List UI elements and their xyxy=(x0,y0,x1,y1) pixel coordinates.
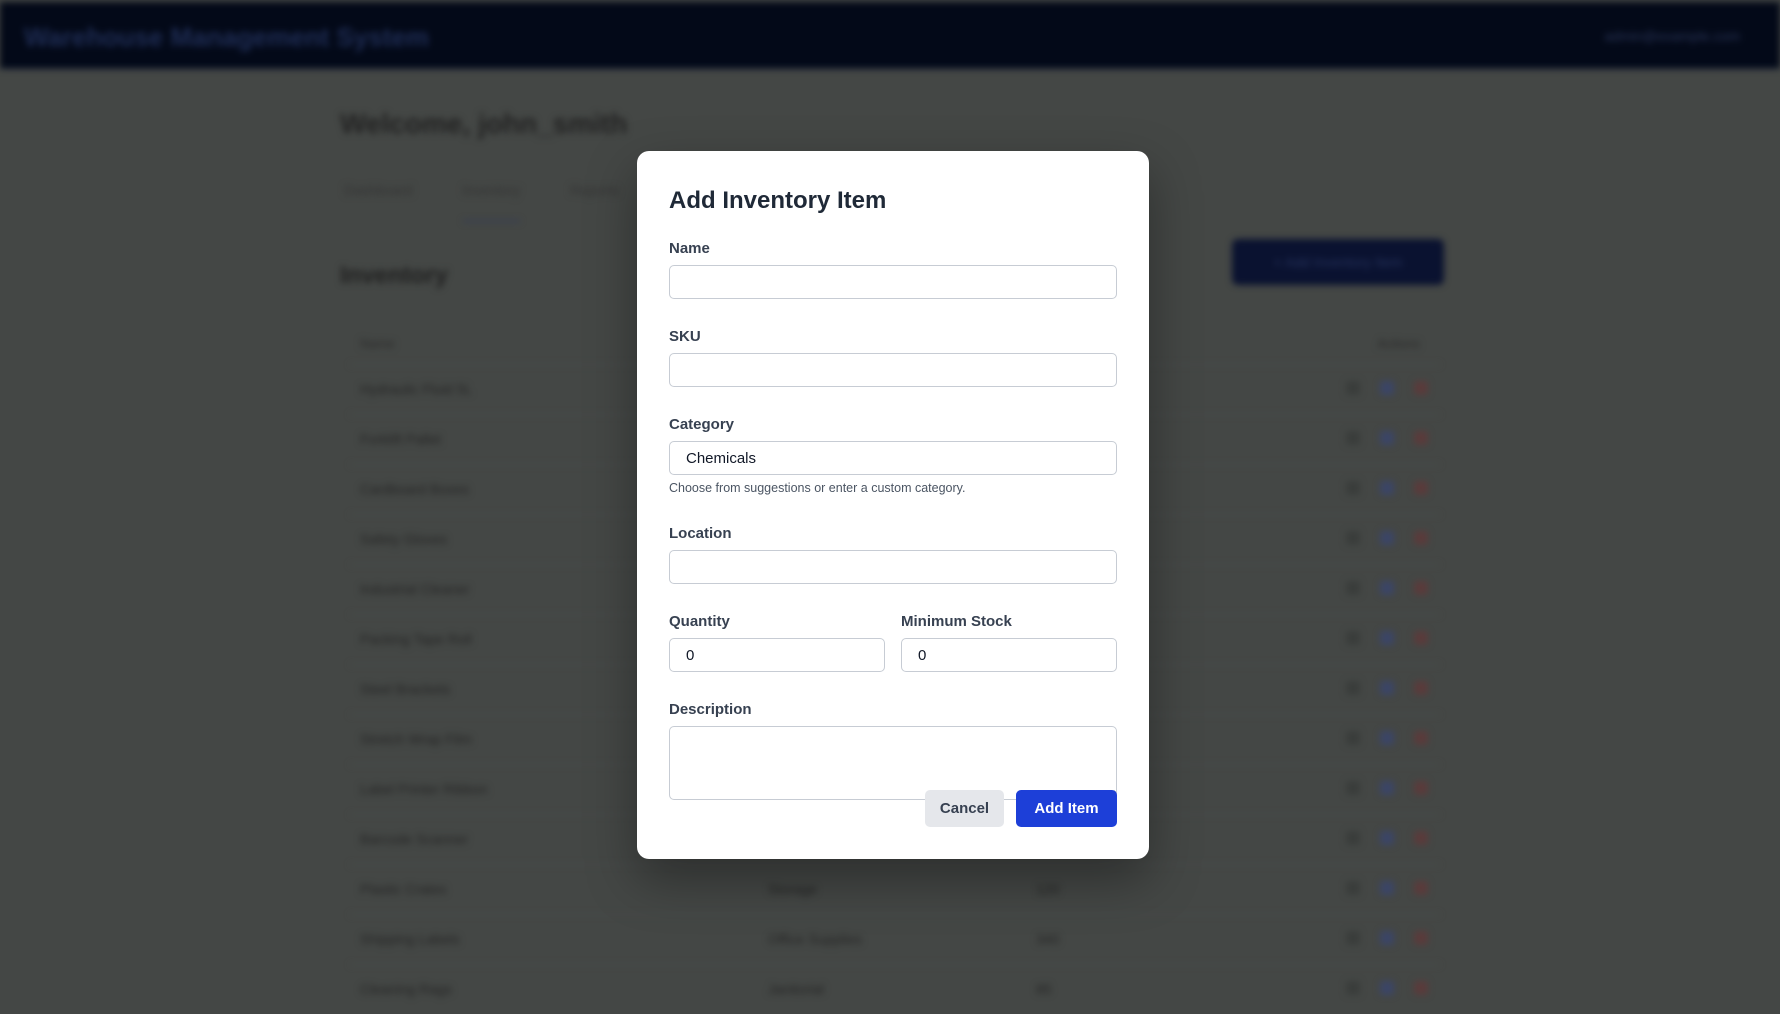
category-hint: Choose from suggestions or enter a custo… xyxy=(669,481,966,495)
category-label: Category xyxy=(669,416,735,433)
table-row: Plastic Crates Storage 120 xyxy=(350,864,1440,914)
tab-reports: Reports xyxy=(570,182,620,198)
delete-icon xyxy=(1414,931,1428,945)
delete-icon xyxy=(1414,881,1428,895)
delete-icon xyxy=(1414,531,1428,545)
row-quantity: 340 xyxy=(1036,931,1060,947)
edit-icon xyxy=(1380,681,1394,695)
min-stock-input[interactable] xyxy=(901,638,1117,672)
name-field-group: Name xyxy=(669,239,1117,299)
delete-icon xyxy=(1414,981,1428,995)
user-label: admin@example.com xyxy=(1604,28,1740,44)
edit-icon xyxy=(1380,481,1394,495)
view-icon xyxy=(1346,981,1360,995)
row-name: Forklift Pallet xyxy=(360,431,441,447)
row-category: Janitorial xyxy=(768,981,825,997)
edit-icon xyxy=(1380,431,1394,445)
delete-icon xyxy=(1414,731,1428,745)
row-category: Office Supplies xyxy=(768,931,862,947)
row-name: Packing Tape Roll xyxy=(360,631,472,647)
view-icon xyxy=(1346,531,1360,545)
name-label: Name xyxy=(669,240,710,257)
add-inventory-button: + Add Inventory Item xyxy=(1232,239,1444,285)
edit-icon xyxy=(1380,931,1394,945)
tab-inventory: Inventory xyxy=(462,182,521,222)
quantity-input[interactable] xyxy=(669,638,885,672)
location-field-group: Location xyxy=(669,524,1117,584)
delete-icon xyxy=(1414,481,1428,495)
row-category: Storage xyxy=(768,881,818,897)
view-icon xyxy=(1346,931,1360,945)
quantity-label: Quantity xyxy=(669,613,730,630)
edit-icon xyxy=(1380,381,1394,395)
row-name: Steel Brackets xyxy=(360,681,451,697)
description-label: Description xyxy=(669,701,752,718)
edit-icon xyxy=(1380,631,1394,645)
delete-icon xyxy=(1414,631,1428,645)
description-field-group: Description xyxy=(669,700,1117,800)
row-name: Plastic Crates xyxy=(360,881,447,897)
row-name: Stretch Wrap Film xyxy=(360,731,472,747)
delete-icon xyxy=(1414,681,1428,695)
row-quantity: 120 xyxy=(1036,881,1060,897)
row-name: Cardboard Boxes xyxy=(360,481,469,497)
quantity-field-group: Quantity xyxy=(669,612,885,672)
delete-icon xyxy=(1414,781,1428,795)
add-item-modal: Add Inventory Item Name SKU Category Cho… xyxy=(637,151,1149,859)
view-icon xyxy=(1346,481,1360,495)
view-icon xyxy=(1346,581,1360,595)
edit-icon xyxy=(1380,581,1394,595)
location-label: Location xyxy=(669,525,732,542)
edit-icon xyxy=(1380,981,1394,995)
view-icon xyxy=(1346,881,1360,895)
delete-icon xyxy=(1414,831,1428,845)
app-title: Warehouse Management System xyxy=(24,22,430,52)
page-title: Welcome, john_smith xyxy=(340,108,628,139)
delete-icon xyxy=(1414,431,1428,445)
row-name: Cleaning Rags xyxy=(360,981,452,997)
cancel-button[interactable]: Cancel xyxy=(925,790,1004,827)
edit-icon xyxy=(1380,731,1394,745)
sku-field-group: SKU xyxy=(669,327,1117,387)
tab-dashboard: Dashboard xyxy=(344,182,413,198)
sku-input[interactable] xyxy=(669,353,1117,387)
row-name: Safety Gloves xyxy=(360,531,448,547)
edit-icon xyxy=(1380,831,1394,845)
description-textarea[interactable] xyxy=(669,726,1117,800)
view-icon xyxy=(1346,831,1360,845)
location-input[interactable] xyxy=(669,550,1117,584)
view-icon xyxy=(1346,631,1360,645)
row-name: Industrial Cleaner xyxy=(360,581,470,597)
top-navbar: Warehouse Management System admin@exampl… xyxy=(0,2,1780,69)
section-title: Inventory xyxy=(340,262,449,289)
row-name: Barcode Scanner xyxy=(360,831,469,847)
name-input[interactable] xyxy=(669,265,1117,299)
table-row: Cleaning Rags Janitorial 85 xyxy=(350,964,1440,1014)
nav-tabs: Dashboard Inventory Reports xyxy=(344,182,619,222)
row-name: Hydraulic Fluid 5L xyxy=(360,381,473,397)
view-icon xyxy=(1346,381,1360,395)
delete-icon xyxy=(1414,381,1428,395)
view-icon xyxy=(1346,431,1360,445)
row-quantity: 85 xyxy=(1036,981,1052,997)
edit-icon xyxy=(1380,781,1394,795)
sku-label: SKU xyxy=(669,328,701,345)
modal-title: Add Inventory Item xyxy=(669,187,887,214)
row-name: Shipping Labels xyxy=(360,931,460,947)
add-item-button[interactable]: Add Item xyxy=(1016,790,1117,827)
row-name: Label Printer Ribbon xyxy=(360,781,488,797)
view-icon xyxy=(1346,681,1360,695)
table-row: Shipping Labels Office Supplies 340 xyxy=(350,914,1440,964)
min-stock-label: Minimum Stock xyxy=(901,613,1012,630)
category-input[interactable] xyxy=(669,441,1117,475)
min-stock-field-group: Minimum Stock xyxy=(901,612,1117,672)
view-icon xyxy=(1346,781,1360,795)
header-actions: Actions xyxy=(1377,336,1420,351)
delete-icon xyxy=(1414,581,1428,595)
category-field-group: Category Choose from suggestions or ente… xyxy=(669,415,1117,495)
header-name: Name xyxy=(360,336,395,351)
view-icon xyxy=(1346,731,1360,745)
edit-icon xyxy=(1380,531,1394,545)
edit-icon xyxy=(1380,881,1394,895)
